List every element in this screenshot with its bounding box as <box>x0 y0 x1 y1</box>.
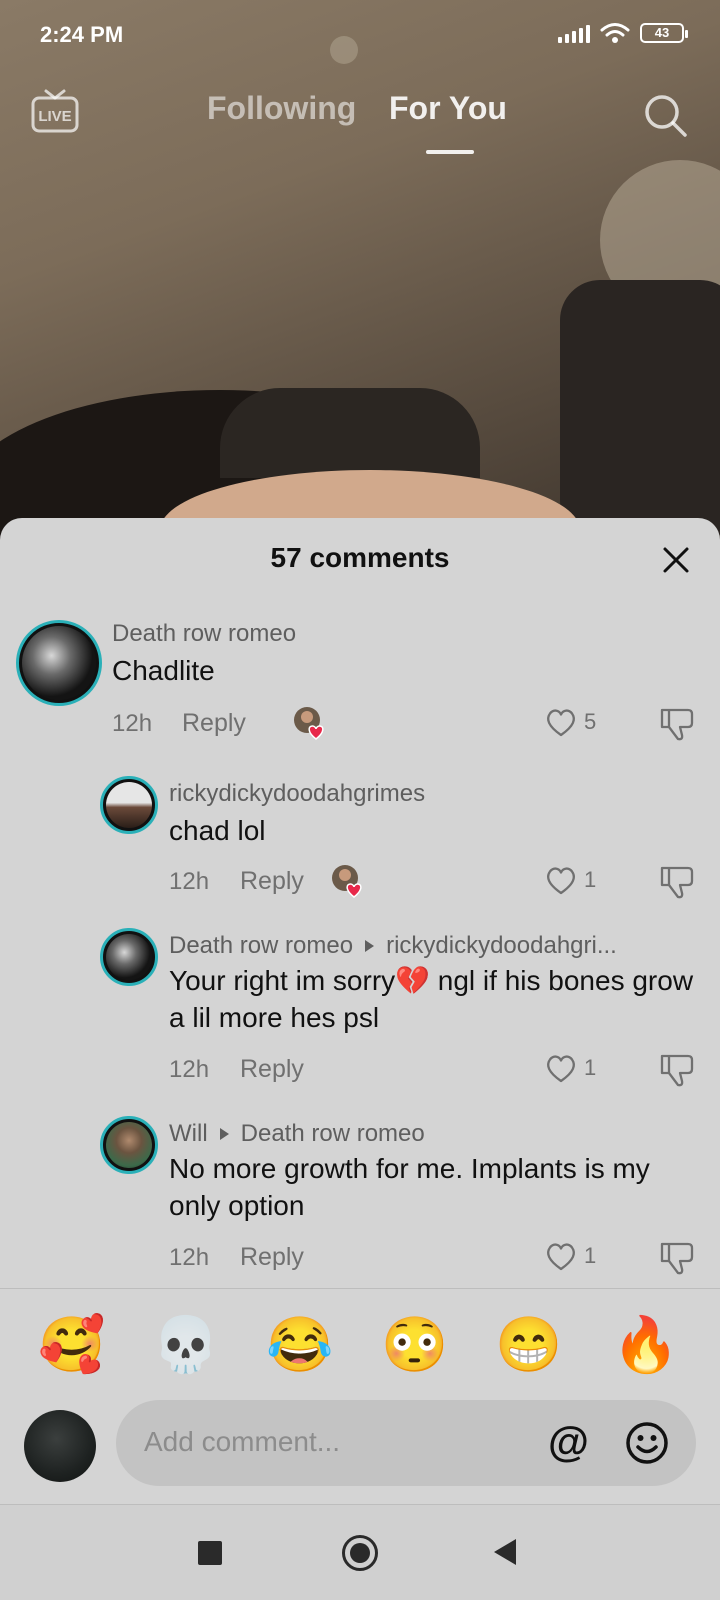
emoji-flushed[interactable]: 😳 <box>381 1315 449 1375</box>
reply-arrow-icon <box>219 1127 229 1140</box>
like-button[interactable]: 5 <box>544 706 596 738</box>
like-button[interactable]: 1 <box>544 864 596 896</box>
like-button[interactable]: 1 <box>544 1052 596 1084</box>
heart-icon <box>547 867 575 895</box>
tab-following[interactable]: Following <box>207 90 356 127</box>
status-bar: 2:24 PM 43 <box>0 0 720 70</box>
top-nav: LIVE Following For You <box>0 80 720 160</box>
comments-list[interactable]: Death row romeo Chadlite 12h Reply 5 ric… <box>0 588 720 1288</box>
emoji-quick-bar: 🥰 💀 😂 😳 😁 🔥 <box>0 1288 720 1400</box>
emoji-tears-of-joy[interactable]: 😂 <box>266 1315 334 1375</box>
like-count: 1 <box>584 1243 597 1268</box>
heart-icon <box>547 709 575 737</box>
like-button[interactable]: 1 <box>544 1240 596 1272</box>
home-button[interactable] <box>342 1535 378 1571</box>
comment-text: chad lol <box>169 815 266 846</box>
liked-by-creator-icon <box>332 865 362 898</box>
emoji-picker-icon[interactable] <box>624 1420 670 1466</box>
comments-sheet: 57 comments Death row romeo Chadlite 12h… <box>0 518 720 1600</box>
emoji-smiling-hearts[interactable]: 🥰 <box>38 1315 106 1375</box>
heart-icon <box>547 1055 575 1083</box>
comment-author[interactable]: Will <box>169 1120 208 1147</box>
avatar[interactable] <box>100 1116 158 1174</box>
reply-button[interactable]: Reply <box>182 709 246 738</box>
comment-time: 12h <box>169 1056 210 1083</box>
liked-by-creator-icon <box>294 707 324 740</box>
comment-input[interactable]: Add comment... @ <box>116 1400 696 1486</box>
mention-button[interactable]: @ <box>548 1420 589 1464</box>
status-time: 2:24 PM <box>40 22 124 47</box>
video-scene-headphones <box>220 388 480 478</box>
battery-icon: 43 <box>640 23 688 43</box>
avatar[interactable] <box>100 776 158 834</box>
reply-arrow-icon <box>365 939 375 952</box>
comment-author[interactable]: Death row romeo <box>169 932 353 959</box>
comment-time: 12h <box>169 1244 210 1271</box>
heart-icon <box>547 1243 575 1271</box>
recent-apps-button[interactable] <box>198 1541 222 1565</box>
emoji-skull[interactable]: 💀 <box>152 1315 220 1375</box>
my-avatar <box>24 1410 96 1482</box>
comment-username[interactable]: Death row romeo rickydickydoodahgri... <box>169 932 617 960</box>
reply-button[interactable]: Reply <box>240 1055 304 1084</box>
signal-icon <box>558 23 590 43</box>
like-count: 1 <box>584 867 597 892</box>
search-icon[interactable] <box>642 92 688 138</box>
reply-button[interactable]: Reply <box>240 1243 304 1272</box>
comment-username[interactable]: Will Death row romeo <box>169 1120 425 1148</box>
avatar[interactable] <box>16 620 102 706</box>
comment-username[interactable]: Death row romeo <box>112 620 296 648</box>
close-icon[interactable] <box>656 540 696 580</box>
comment-text: Chadlite <box>112 655 215 686</box>
reply-to-user[interactable]: rickydickydoodahgri... <box>386 932 617 959</box>
dislike-icon[interactable] <box>658 862 696 900</box>
tab-for-you[interactable]: For You <box>389 90 507 127</box>
emoji-grin[interactable]: 😁 <box>495 1315 563 1375</box>
system-nav-bar <box>0 1504 720 1600</box>
back-button[interactable] <box>494 1539 516 1565</box>
wifi-icon <box>600 23 630 43</box>
live-tv-icon[interactable]: LIVE <box>30 88 80 134</box>
comment-text: No more growth for me. Implants is my on… <box>169 1153 650 1221</box>
comments-count-title: 57 comments <box>270 542 450 573</box>
emoji-fire[interactable]: 🔥 <box>612 1315 680 1375</box>
dislike-icon[interactable] <box>658 1050 696 1088</box>
comment-text: Your right im sorry💔 ngl if his bones gr… <box>169 965 694 1033</box>
reply-button[interactable]: Reply <box>240 867 304 896</box>
comment-input-placeholder: Add comment... <box>144 1426 341 1457</box>
reply-to-user[interactable]: Death row romeo <box>241 1120 425 1147</box>
status-icons: 43 <box>558 22 688 44</box>
comment-time: 12h <box>112 710 153 737</box>
active-tab-indicator <box>426 150 474 154</box>
dislike-icon[interactable] <box>658 1238 696 1276</box>
video-scene-chair <box>560 280 720 540</box>
avatar[interactable] <box>100 928 158 986</box>
dislike-icon[interactable] <box>658 704 696 742</box>
comment-username[interactable]: rickydickydoodahgrimes <box>169 780 425 808</box>
like-count: 5 <box>584 709 597 734</box>
live-label: LIVE <box>38 108 71 125</box>
like-count: 1 <box>584 1055 597 1080</box>
comment-time: 12h <box>169 868 210 895</box>
comment-composer: Add comment... @ <box>0 1400 720 1500</box>
